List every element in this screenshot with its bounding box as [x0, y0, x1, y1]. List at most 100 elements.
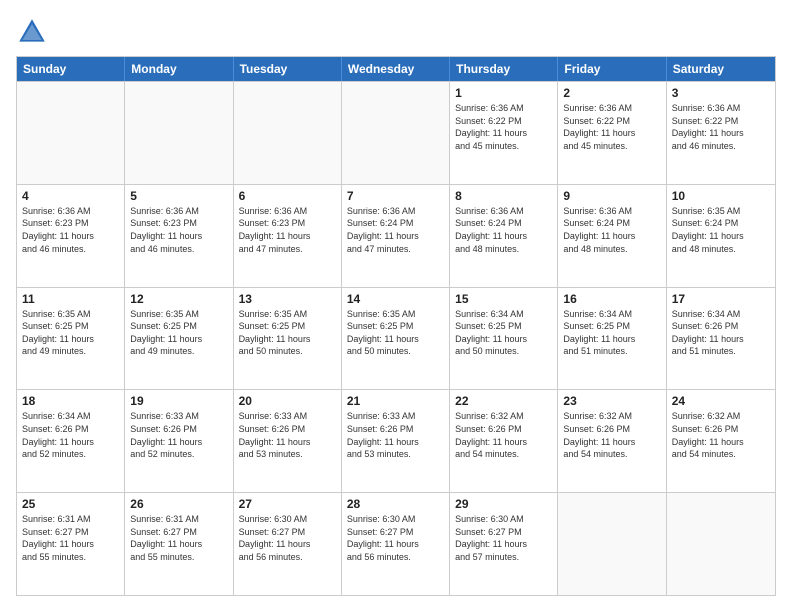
calendar-cell: 25 Sunrise: 6:31 AM Sunset: 6:27 PM Dayli… — [17, 493, 125, 595]
cal-header-day: Thursday — [450, 57, 558, 81]
calendar-cell: 2Sunrise: 6:36 AM Sunset: 6:22 PM Daylig… — [558, 82, 666, 184]
calendar-cell: 19 Sunrise: 6:33 AM Sunset: 6:26 PM Dayli… — [125, 390, 233, 492]
day-info: Sunrise: 6:32 AM Sunset: 6:26 PM Dayligh… — [672, 410, 770, 460]
day-info: Sunrise: 6:35 AM Sunset: 6:25 PM Dayligh… — [130, 308, 227, 358]
day-number: 26 — [130, 497, 227, 511]
day-info: Sunrise: 6:30 AM Sunset: 6:27 PM Dayligh… — [347, 513, 444, 563]
day-number: 14 — [347, 292, 444, 306]
calendar-cell: 28 Sunrise: 6:30 AM Sunset: 6:27 PM Dayli… — [342, 493, 450, 595]
day-number: 27 — [239, 497, 336, 511]
calendar-cell — [342, 82, 450, 184]
day-number: 17 — [672, 292, 770, 306]
day-number: 28 — [347, 497, 444, 511]
calendar-cell — [125, 82, 233, 184]
day-number: 4 — [22, 189, 119, 203]
day-number: 7 — [347, 189, 444, 203]
day-info: Sunrise: 6:35 AM Sunset: 6:25 PM Dayligh… — [239, 308, 336, 358]
cal-header-day: Monday — [125, 57, 233, 81]
day-info: Sunrise: 6:36 AM Sunset: 6:22 PM Dayligh… — [672, 102, 770, 152]
day-info: Sunrise: 6:36 AM Sunset: 6:24 PM Dayligh… — [563, 205, 660, 255]
day-info: Sunrise: 6:36 AM Sunset: 6:24 PM Dayligh… — [455, 205, 552, 255]
calendar-cell: 5 Sunrise: 6:36 AM Sunset: 6:23 PM Daylig… — [125, 185, 233, 287]
day-info: Sunrise: 6:33 AM Sunset: 6:26 PM Dayligh… — [239, 410, 336, 460]
calendar-row: 1 Sunrise: 6:36 AM Sunset: 6:22 PM Daylig… — [17, 81, 775, 184]
day-number: 24 — [672, 394, 770, 408]
calendar-cell: 9 Sunrise: 6:36 AM Sunset: 6:24 PM Daylig… — [558, 185, 666, 287]
day-info: Sunrise: 6:31 AM Sunset: 6:27 PM Dayligh… — [130, 513, 227, 563]
calendar-cell: 7 Sunrise: 6:36 AM Sunset: 6:24 PM Daylig… — [342, 185, 450, 287]
day-number: 3 — [672, 86, 770, 100]
day-number: 12 — [130, 292, 227, 306]
day-info: Sunrise: 6:36 AM Sunset: 6:23 PM Dayligh… — [239, 205, 336, 255]
calendar-cell: 15Sunrise: 6:34 AM Sunset: 6:25 PM Dayli… — [450, 288, 558, 390]
day-number: 16 — [563, 292, 660, 306]
day-number: 20 — [239, 394, 336, 408]
calendar-cell: 27 Sunrise: 6:30 AM Sunset: 6:27 PM Dayli… — [234, 493, 342, 595]
calendar-cell: 14 Sunrise: 6:35 AM Sunset: 6:25 PM Dayli… — [342, 288, 450, 390]
day-info: Sunrise: 6:31 AM Sunset: 6:27 PM Dayligh… — [22, 513, 119, 563]
day-info: Sunrise: 6:35 AM Sunset: 6:25 PM Dayligh… — [347, 308, 444, 358]
day-number: 15 — [455, 292, 552, 306]
calendar-cell: 23Sunrise: 6:32 AM Sunset: 6:26 PM Dayli… — [558, 390, 666, 492]
day-info: Sunrise: 6:36 AM Sunset: 6:23 PM Dayligh… — [22, 205, 119, 255]
day-number: 21 — [347, 394, 444, 408]
calendar-cell: 16 Sunrise: 6:34 AM Sunset: 6:25 PM Dayli… — [558, 288, 666, 390]
logo — [16, 16, 52, 48]
day-info: Sunrise: 6:35 AM Sunset: 6:25 PM Dayligh… — [22, 308, 119, 358]
page: SundayMondayTuesdayWednesdayThursdayFrid… — [0, 0, 792, 612]
day-number: 19 — [130, 394, 227, 408]
day-info: Sunrise: 6:34 AM Sunset: 6:25 PM Dayligh… — [563, 308, 660, 358]
calendar-cell: 10 Sunrise: 6:35 AM Sunset: 6:24 PM Dayli… — [667, 185, 775, 287]
calendar-body: 1 Sunrise: 6:36 AM Sunset: 6:22 PM Daylig… — [17, 81, 775, 595]
cal-header-day: Wednesday — [342, 57, 450, 81]
day-info: Sunrise: 6:36 AM Sunset: 6:23 PM Dayligh… — [130, 205, 227, 255]
day-info: Sunrise: 6:34 AM Sunset: 6:26 PM Dayligh… — [22, 410, 119, 460]
calendar-cell: 13 Sunrise: 6:35 AM Sunset: 6:25 PM Dayli… — [234, 288, 342, 390]
calendar-cell: 4 Sunrise: 6:36 AM Sunset: 6:23 PM Daylig… — [17, 185, 125, 287]
day-number: 25 — [22, 497, 119, 511]
calendar-cell — [234, 82, 342, 184]
logo-icon — [16, 16, 48, 48]
calendar-row: 25 Sunrise: 6:31 AM Sunset: 6:27 PM Dayli… — [17, 492, 775, 595]
calendar-cell: 21 Sunrise: 6:33 AM Sunset: 6:26 PM Dayli… — [342, 390, 450, 492]
calendar-cell: 6Sunrise: 6:36 AM Sunset: 6:23 PM Daylig… — [234, 185, 342, 287]
day-number: 29 — [455, 497, 552, 511]
calendar-header: SundayMondayTuesdayWednesdayThursdayFrid… — [17, 57, 775, 81]
calendar-cell: 17 Sunrise: 6:34 AM Sunset: 6:26 PM Dayli… — [667, 288, 775, 390]
calendar-cell: 20 Sunrise: 6:33 AM Sunset: 6:26 PM Dayli… — [234, 390, 342, 492]
calendar-cell: 3 Sunrise: 6:36 AM Sunset: 6:22 PM Daylig… — [667, 82, 775, 184]
day-info: Sunrise: 6:34 AM Sunset: 6:26 PM Dayligh… — [672, 308, 770, 358]
calendar-row: 18 Sunrise: 6:34 AM Sunset: 6:26 PM Dayli… — [17, 389, 775, 492]
day-number: 13 — [239, 292, 336, 306]
calendar-row: 4 Sunrise: 6:36 AM Sunset: 6:23 PM Daylig… — [17, 184, 775, 287]
calendar-cell: 22Sunrise: 6:32 AM Sunset: 6:26 PM Dayli… — [450, 390, 558, 492]
calendar-row: 11Sunrise: 6:35 AM Sunset: 6:25 PM Dayli… — [17, 287, 775, 390]
day-info: Sunrise: 6:33 AM Sunset: 6:26 PM Dayligh… — [130, 410, 227, 460]
calendar-cell: 18 Sunrise: 6:34 AM Sunset: 6:26 PM Dayli… — [17, 390, 125, 492]
calendar-cell: 24 Sunrise: 6:32 AM Sunset: 6:26 PM Dayli… — [667, 390, 775, 492]
calendar-cell: 26 Sunrise: 6:31 AM Sunset: 6:27 PM Dayli… — [125, 493, 233, 595]
calendar-cell: 11Sunrise: 6:35 AM Sunset: 6:25 PM Dayli… — [17, 288, 125, 390]
day-info: Sunrise: 6:32 AM Sunset: 6:26 PM Dayligh… — [455, 410, 552, 460]
day-info: Sunrise: 6:33 AM Sunset: 6:26 PM Dayligh… — [347, 410, 444, 460]
day-number: 8 — [455, 189, 552, 203]
day-number: 2 — [563, 86, 660, 100]
cal-header-day: Friday — [558, 57, 666, 81]
day-info: Sunrise: 6:32 AM Sunset: 6:26 PM Dayligh… — [563, 410, 660, 460]
calendar-cell: 29 Sunrise: 6:30 AM Sunset: 6:27 PM Dayli… — [450, 493, 558, 595]
day-info: Sunrise: 6:30 AM Sunset: 6:27 PM Dayligh… — [455, 513, 552, 563]
calendar-cell — [667, 493, 775, 595]
day-number: 1 — [455, 86, 552, 100]
day-number: 5 — [130, 189, 227, 203]
day-number: 10 — [672, 189, 770, 203]
day-number: 18 — [22, 394, 119, 408]
day-info: Sunrise: 6:36 AM Sunset: 6:22 PM Dayligh… — [455, 102, 552, 152]
header — [16, 16, 776, 48]
calendar-cell: 8 Sunrise: 6:36 AM Sunset: 6:24 PM Daylig… — [450, 185, 558, 287]
calendar-cell: 12 Sunrise: 6:35 AM Sunset: 6:25 PM Dayli… — [125, 288, 233, 390]
day-info: Sunrise: 6:36 AM Sunset: 6:24 PM Dayligh… — [347, 205, 444, 255]
day-info: Sunrise: 6:35 AM Sunset: 6:24 PM Dayligh… — [672, 205, 770, 255]
cal-header-day: Tuesday — [234, 57, 342, 81]
day-number: 9 — [563, 189, 660, 203]
day-info: Sunrise: 6:30 AM Sunset: 6:27 PM Dayligh… — [239, 513, 336, 563]
